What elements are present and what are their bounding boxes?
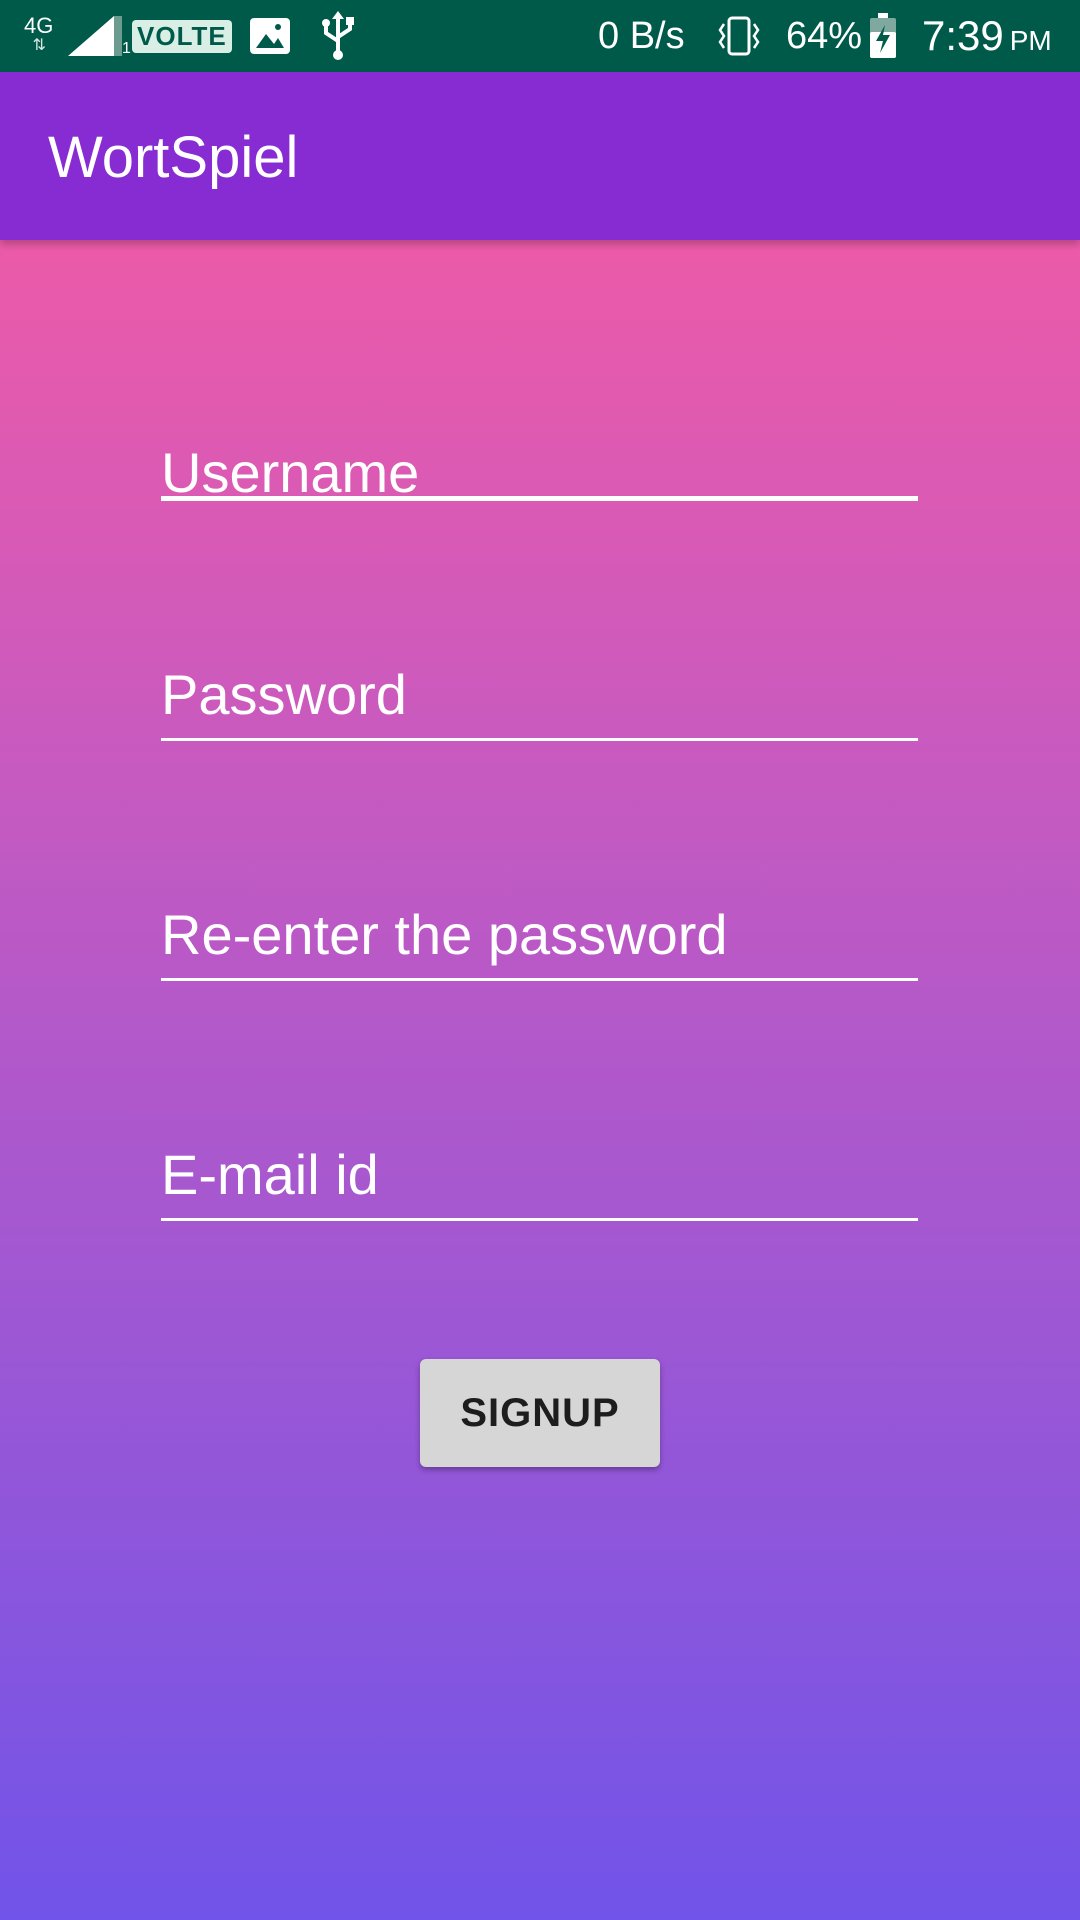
password-underline (161, 738, 918, 741)
app-title: WortSpiel (48, 125, 299, 190)
data-speed: 0 B/s (598, 14, 685, 57)
signup-button[interactable]: SIGNUP (420, 1359, 660, 1467)
app-bar: WortSpiel (0, 72, 1080, 240)
reenter-password-field[interactable]: Re-enter the password (161, 902, 918, 982)
username-underline (161, 496, 918, 501)
data-activity-icon: ⇅ (32, 37, 45, 54)
clock-time: 7:39 (922, 12, 1004, 59)
network-type-indicator: 4G ⇅ (24, 0, 53, 72)
battery-percent: 64% (786, 14, 863, 57)
email-field[interactable]: E-mail id (161, 1142, 918, 1222)
signup-screen: 4G ⇅ 1 VOLTE 0 B/s 64% 7:39 PM WortSpiel… (0, 0, 1080, 1920)
username-field[interactable]: Username (161, 440, 918, 520)
password-field[interactable]: Password (161, 662, 918, 742)
email-underline (161, 1218, 918, 1221)
clock-ampm: PM (1009, 25, 1052, 56)
sim-slot-label: 1 (122, 40, 131, 57)
password-hint: Password (161, 663, 407, 726)
image-notification-icon (248, 0, 292, 72)
clock: 7:39 PM (922, 0, 1052, 72)
reenter-password-underline (161, 978, 918, 981)
network-type-label: 4G (24, 13, 54, 38)
vibrate-icon (716, 0, 762, 72)
volte-badge: VOLTE (132, 0, 232, 72)
usb-icon (318, 0, 358, 72)
volte-label: VOLTE (132, 19, 232, 53)
status-bar: 4G ⇅ 1 VOLTE 0 B/s 64% 7:39 PM (0, 0, 1080, 72)
reenter-password-hint: Re-enter the password (161, 903, 728, 966)
email-hint: E-mail id (161, 1143, 379, 1206)
battery-charging-icon (868, 0, 898, 72)
signal-strength-icon: 1 (66, 0, 131, 72)
